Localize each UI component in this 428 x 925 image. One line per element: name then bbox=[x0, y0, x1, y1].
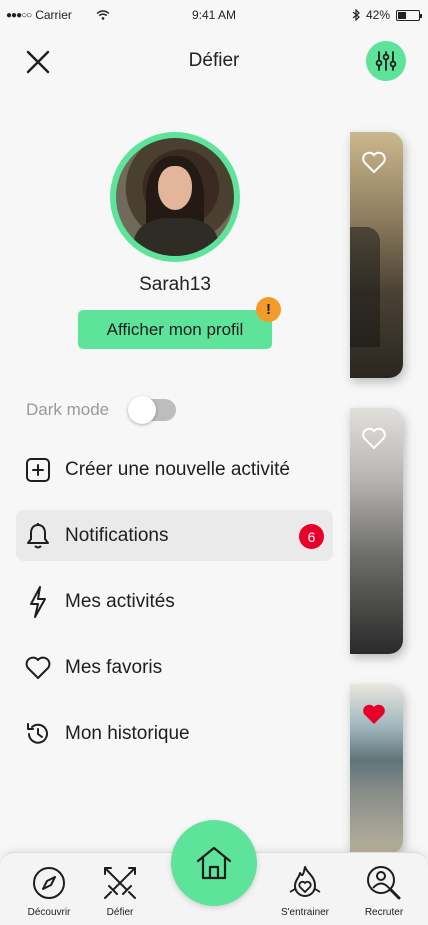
menu-item-history[interactable]: Mon historique bbox=[16, 708, 333, 759]
status-bar: ●●●○○ Carrier 9:41 AM 42% bbox=[0, 0, 428, 28]
heart-icon bbox=[24, 654, 52, 682]
avatar-photo bbox=[116, 138, 234, 256]
tab-discover[interactable]: Découvrir bbox=[9, 863, 89, 918]
page-title: Défier bbox=[188, 50, 240, 71]
header: Défier bbox=[0, 40, 428, 84]
heart-outline-icon[interactable] bbox=[361, 150, 387, 174]
home-button[interactable] bbox=[171, 820, 257, 906]
notification-count-badge: 6 bbox=[299, 524, 324, 549]
dark-mode-label: Dark mode bbox=[26, 400, 110, 419]
person-search-icon bbox=[344, 863, 424, 903]
battery-icon bbox=[396, 9, 422, 21]
plus-square-icon bbox=[24, 456, 52, 484]
tab-train[interactable]: S'entrainer bbox=[265, 863, 345, 918]
tab-label: S'entrainer bbox=[280, 907, 330, 918]
menu-item-label: Créer une nouvelle activité bbox=[65, 458, 290, 480]
menu-item-label: Notifications bbox=[65, 524, 169, 546]
history-icon bbox=[24, 720, 52, 748]
menu-item-create-activity[interactable]: Créer une nouvelle activité bbox=[16, 444, 333, 495]
tab-label: Découvrir bbox=[27, 907, 71, 918]
bluetooth-icon bbox=[352, 9, 360, 21]
crossed-swords-icon bbox=[80, 863, 160, 903]
view-profile-button[interactable]: Afficher mon profil bbox=[78, 310, 272, 349]
battery-percent: 42% bbox=[365, 8, 390, 22]
menu-item-label: Mon historique bbox=[65, 722, 190, 744]
tab-label: Recruter bbox=[364, 907, 404, 918]
tab-label: Défier bbox=[106, 907, 134, 918]
username: Sarah13 bbox=[139, 274, 211, 295]
toggle-knob bbox=[128, 396, 156, 424]
flame-heart-icon bbox=[265, 863, 345, 903]
menu-item-my-activities[interactable]: Mes activités bbox=[16, 576, 333, 627]
battery-fill bbox=[398, 11, 406, 19]
tab-defy[interactable]: Défier bbox=[80, 863, 160, 918]
filter-button[interactable] bbox=[366, 41, 406, 81]
activity-card[interactable] bbox=[350, 408, 403, 654]
activity-card[interactable] bbox=[350, 684, 403, 854]
avatar-body bbox=[134, 218, 218, 256]
home-icon bbox=[196, 846, 232, 880]
compass-icon bbox=[9, 863, 89, 903]
tab-recruit[interactable]: Recruter bbox=[344, 863, 424, 918]
lightning-icon bbox=[24, 585, 52, 618]
heart-filled-icon[interactable] bbox=[361, 702, 387, 726]
card-photo-subject bbox=[350, 227, 380, 347]
alert-badge: ! bbox=[256, 297, 281, 322]
avatar-face bbox=[158, 166, 192, 210]
menu-item-label: Mes favoris bbox=[65, 656, 163, 678]
activity-card[interactable] bbox=[350, 132, 403, 378]
heart-outline-icon[interactable] bbox=[361, 426, 387, 450]
avatar[interactable] bbox=[110, 132, 240, 262]
menu-item-label: Mes activités bbox=[65, 590, 175, 612]
menu-item-notifications[interactable]: Notifications 6 bbox=[16, 510, 333, 561]
status-right: 42% bbox=[352, 8, 422, 22]
sliders-icon bbox=[375, 51, 397, 71]
bell-icon bbox=[24, 522, 52, 550]
dark-mode-toggle[interactable] bbox=[128, 396, 176, 424]
menu-item-favorites[interactable]: Mes favoris bbox=[16, 642, 333, 693]
